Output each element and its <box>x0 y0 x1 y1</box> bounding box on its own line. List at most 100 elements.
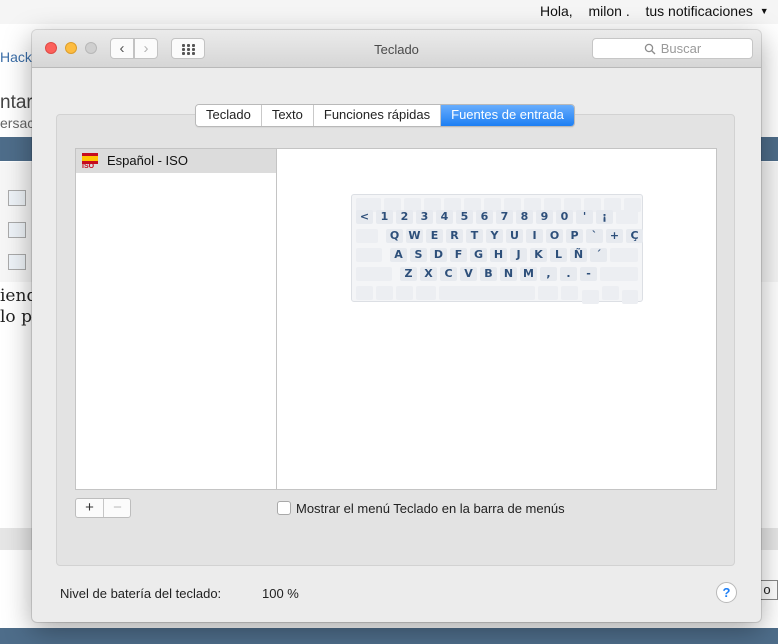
modifier-key <box>538 286 558 300</box>
key-cap: P <box>566 229 583 243</box>
keyboard-layout-preview: <1 2 3 4 5 6 7 8 9 0 ' ¡ Q W E R T Y U I O P ` + Ç A S D F G H J K L Ñ ´ Z X C… <box>351 194 643 304</box>
battery-value: 100 % <box>262 586 299 601</box>
key-cap: W <box>406 229 423 243</box>
arrow-key <box>622 290 638 304</box>
remove-input-source-button: − <box>113 499 122 516</box>
modifier-key <box>616 210 638 224</box>
tab-bar: Teclado Texto Funciones rápidas Fuentes … <box>195 104 575 127</box>
title-bar[interactable]: ‹ › Teclado Buscar <box>32 30 761 68</box>
modifier-key <box>376 286 393 300</box>
search-placeholder: Buscar <box>660 41 702 56</box>
key-cap: S <box>410 248 427 262</box>
key-cap: , <box>540 267 557 281</box>
key-cap: 1 <box>376 210 393 224</box>
tab-texto[interactable]: Texto <box>261 105 314 126</box>
key-cap: 5 <box>456 210 473 224</box>
key-cap: 8 <box>516 210 533 224</box>
key-cap: H <box>490 248 507 262</box>
arrow-key <box>602 286 619 300</box>
modifier-key <box>610 248 638 262</box>
key-cap: D <box>430 248 447 262</box>
modifier-key <box>600 267 638 281</box>
align-left-icon[interactable] <box>8 222 26 238</box>
show-menu-label[interactable]: Mostrar el menú Teclado en la barra de m… <box>296 501 565 516</box>
paste-icon[interactable] <box>8 190 26 206</box>
key-cap: Y <box>486 229 503 243</box>
add-remove-control: + − <box>75 498 131 518</box>
input-sources-list[interactable]: ISO Español - ISO <box>75 148 277 490</box>
key-cap: Q <box>386 229 403 243</box>
key-cap: Z <box>400 267 417 281</box>
battery-label: Nivel de batería del teclado: <box>60 586 222 601</box>
background-link-partial[interactable]: Hacki <box>0 49 35 65</box>
key-cap: J <box>510 248 527 262</box>
add-input-source-button[interactable]: + <box>76 499 104 517</box>
greeting-name: milon . <box>588 3 630 19</box>
key-cap: A <box>390 248 407 262</box>
key-cap: C <box>440 267 457 281</box>
key-cap: X <box>420 267 437 281</box>
key-cap: ´ <box>590 248 607 262</box>
key-cap: 9 <box>536 210 553 224</box>
key-cap: U <box>506 229 523 243</box>
search-icon <box>644 43 656 55</box>
search-field[interactable]: Buscar <box>592 38 753 59</box>
key-cap: 2 <box>396 210 413 224</box>
background-greeting[interactable]: Hola, milon . tus notificaciones ▼ <box>540 3 769 19</box>
background-text-partial-2: lo p <box>0 307 32 327</box>
key-cap: ` <box>586 229 603 243</box>
tab-fuentes-de-entrada[interactable]: Fuentes de entrada <box>441 105 574 126</box>
modifier-key <box>416 286 436 300</box>
key-cap: M <box>520 267 537 281</box>
tab-funciones-rapidas[interactable]: Funciones rápidas <box>313 105 442 126</box>
modifier-key <box>396 286 413 300</box>
background-topbar: Hola, milon . tus notificaciones ▼ <box>0 0 778 24</box>
key-cap: T <box>466 229 483 243</box>
key-cap: O <box>546 229 563 243</box>
background-footer-bar <box>0 628 778 644</box>
key-cap: ¡ <box>596 210 613 224</box>
key-cap: F <box>450 248 467 262</box>
key-cap: L <box>550 248 567 262</box>
key-cap: ' <box>576 210 593 224</box>
key-cap: < <box>356 210 373 224</box>
key-cap: . <box>560 267 577 281</box>
key-cap: N <box>500 267 517 281</box>
key-cap: E <box>426 229 443 243</box>
key-cap: V <box>460 267 477 281</box>
key-cap: B <box>480 267 497 281</box>
key-cap: K <box>530 248 547 262</box>
key-cap: - <box>580 267 597 281</box>
background-subheading-partial: ersac <box>0 115 35 131</box>
key-cap: 0 <box>556 210 573 224</box>
key-cap: Ç <box>626 229 643 243</box>
input-source-label: Español - ISO <box>107 153 188 168</box>
key-cap: 7 <box>496 210 513 224</box>
show-menu-checkbox[interactable] <box>277 501 291 515</box>
modifier-key <box>356 286 373 300</box>
notifications-link[interactable]: tus notificaciones <box>645 3 752 19</box>
input-source-item[interactable]: ISO Español - ISO <box>76 149 276 173</box>
spain-flag-icon: ISO <box>82 153 98 170</box>
key-cap: 4 <box>436 210 453 224</box>
key-cap: 3 <box>416 210 433 224</box>
tab-teclado[interactable]: Teclado <box>196 105 262 126</box>
flag-iso-text: ISO <box>82 163 95 170</box>
key-cap: Ñ <box>570 248 587 262</box>
key-cap: 6 <box>476 210 493 224</box>
modifier-key <box>561 286 578 300</box>
key-cap: G <box>470 248 487 262</box>
key-cap: I <box>526 229 543 243</box>
modifier-key <box>356 229 378 243</box>
modifier-key <box>356 248 382 262</box>
key-cap: R <box>446 229 463 243</box>
keyboard-preview-area: <1 2 3 4 5 6 7 8 9 0 ' ¡ Q W E R T Y U I O P ` + Ç A S D F G H J K L Ñ ´ Z X C… <box>277 148 717 490</box>
chevron-down-icon: ▼ <box>759 6 769 16</box>
key-cap: + <box>606 229 623 243</box>
modifier-key <box>356 267 392 281</box>
background-heading-partial: ntar <box>0 92 33 113</box>
space-bar-key <box>439 286 535 300</box>
table-icon[interactable] <box>8 254 26 270</box>
greeting-prefix: Hola, <box>540 3 573 19</box>
help-button[interactable]: ? <box>716 582 737 603</box>
